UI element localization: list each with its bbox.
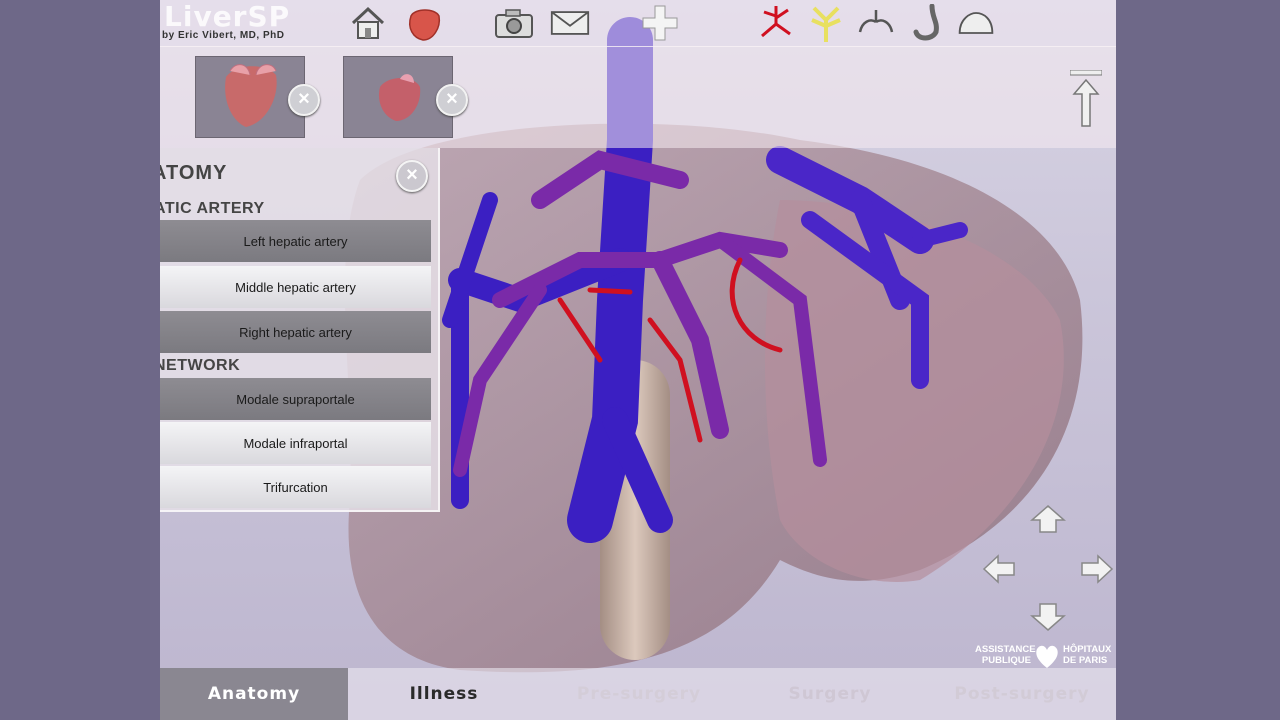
stomach-icon[interactable] (908, 4, 948, 42)
item-modale-infraportal[interactable]: Modale infraportal (160, 422, 431, 464)
selection-thumbnails: × × (160, 46, 1116, 148)
tab-surgery[interactable]: Surgery (746, 668, 914, 720)
section-network: NETWORK (160, 357, 241, 374)
close-panel-button[interactable]: × (396, 160, 428, 192)
artery-icon[interactable] (756, 4, 796, 42)
logo-text-hopitaux: HÔPITAUX (1063, 644, 1112, 655)
anatomy-panel: ATOMY × ATIC ARTERY Left hepatic artery … (160, 148, 440, 512)
pin-icon[interactable] (1069, 69, 1103, 130)
arrow-right-icon[interactable] (1078, 554, 1114, 584)
logo-text-assistance: ASSISTANCE (975, 644, 1036, 655)
mail-icon[interactable] (550, 4, 590, 42)
tab-post-surgery[interactable]: Post-surgery (928, 668, 1116, 720)
item-trifurcation[interactable]: Trifurcation (160, 466, 431, 508)
tab-anatomy[interactable]: Anatomy (160, 668, 348, 720)
item-left-hepatic-artery[interactable]: Left hepatic artery (160, 220, 431, 262)
liver-icon[interactable] (404, 4, 444, 42)
item-middle-hepatic-artery[interactable]: Middle hepatic artery (160, 266, 431, 308)
lungs-icon[interactable] (856, 4, 896, 42)
item-right-hepatic-artery[interactable]: Right hepatic artery (160, 311, 431, 353)
arrow-left-icon[interactable] (982, 554, 1018, 584)
panel-title: ATOMY (160, 162, 228, 184)
plus-icon[interactable] (640, 4, 680, 42)
pancreas-icon[interactable] (956, 4, 996, 42)
biliary-icon[interactable] (806, 4, 846, 42)
app-brand: LiverSP (164, 0, 291, 33)
app-viewport: LiverSP by Eric Vibert, MD, PhD × × TOMY… (160, 0, 1116, 720)
section-hepatic-artery: ATIC ARTERY (160, 200, 265, 217)
arrow-up-icon[interactable] (1030, 504, 1066, 534)
tab-illness[interactable]: Illness (356, 668, 532, 720)
logo-text-publique: PUBLIQUE (981, 655, 1031, 666)
top-toolbar: LiverSP by Eric Vibert, MD, PhD (160, 0, 1116, 47)
tab-pre-surgery[interactable]: Pre-surgery (546, 668, 732, 720)
item-modale-supraportale[interactable]: Modale supraportale (160, 378, 431, 420)
app-byline: by Eric Vibert, MD, PhD (162, 30, 285, 41)
remove-thumbnail-2-button[interactable]: × (436, 84, 468, 116)
arrow-down-icon[interactable] (1030, 602, 1066, 632)
remove-thumbnail-1-button[interactable]: × (288, 84, 320, 116)
logo-heart-icon (1036, 645, 1058, 668)
camera-icon[interactable] (494, 4, 534, 42)
logo-text-de-paris: DE PARIS (1063, 655, 1108, 666)
home-icon[interactable] (348, 4, 388, 42)
section-tabs: Anatomy Illness Pre-surgery Surgery Post… (160, 668, 1116, 720)
